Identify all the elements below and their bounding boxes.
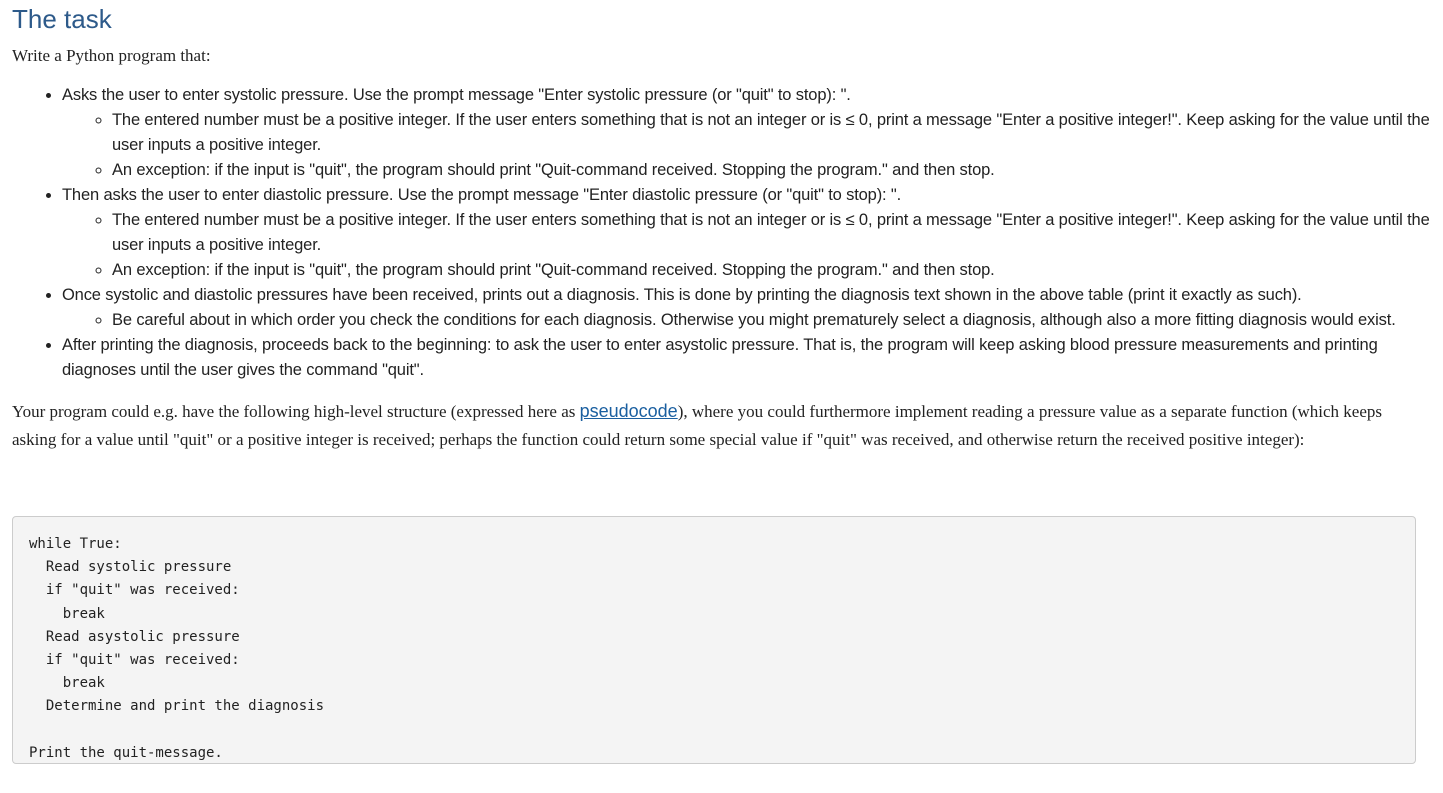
pseudocode-block: while True: Read systolic pressure if "q… (12, 516, 1416, 764)
task-subitem-list: The entered number must be a positive in… (62, 108, 1434, 183)
task-subitem-list: The entered number must be a positive in… (62, 208, 1434, 283)
pseudocode-link[interactable]: pseudocode (580, 401, 678, 421)
task-item-text: Asks the user to enter systolic pressure… (62, 86, 851, 104)
task-section: The task Write a Python program that: As… (12, 0, 1434, 764)
task-item-text: Then asks the user to enter diastolic pr… (62, 186, 902, 204)
intro-text: Write a Python program that: (12, 46, 211, 65)
task-item-text: Once systolic and diastolic pressures ha… (62, 286, 1302, 304)
structure-paragraph: Your program could e.g. have the followi… (12, 398, 1427, 453)
section-heading: The task (12, 4, 112, 34)
task-item-systolic: Asks the user to enter systolic pressure… (62, 83, 1434, 183)
structure-text-before: Your program could e.g. have the followi… (12, 402, 580, 421)
task-item-diagnosis: Once systolic and diastolic pressures ha… (62, 283, 1434, 333)
task-subitem: An exception: if the input is "quit", th… (112, 258, 1434, 283)
task-item-loop: After printing the diagnosis, proceeds b… (62, 333, 1434, 383)
task-subitem: An exception: if the input is "quit", th… (112, 158, 1434, 183)
task-subitem: The entered number must be a positive in… (112, 208, 1434, 258)
task-subitem: The entered number must be a positive in… (112, 108, 1434, 158)
task-item-text: After printing the diagnosis, proceeds b… (62, 336, 1378, 379)
task-item-diastolic: Then asks the user to enter diastolic pr… (62, 183, 1434, 283)
task-list: Asks the user to enter systolic pressure… (12, 83, 1434, 383)
task-subitem: Be careful about in which order you chec… (112, 308, 1434, 333)
task-subitem-list: Be careful about in which order you chec… (62, 308, 1434, 333)
